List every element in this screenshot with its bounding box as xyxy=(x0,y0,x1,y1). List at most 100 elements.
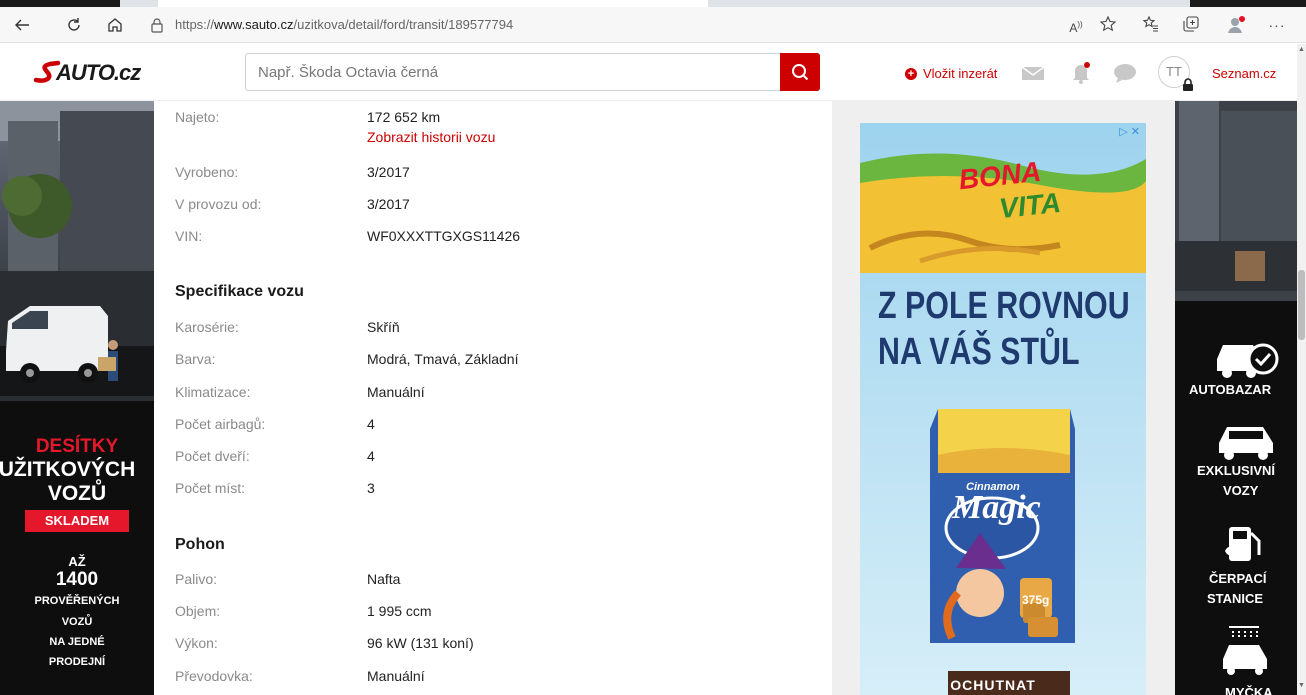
row-label: Převodovka: xyxy=(175,668,253,684)
envelope-icon xyxy=(1021,66,1045,80)
background-tab-left[interactable] xyxy=(0,0,120,7)
avatar-lock-icon xyxy=(1183,78,1193,91)
row-value: 3/2017 xyxy=(367,164,410,180)
left-banner-line8: NA JEDNÉ xyxy=(49,636,105,648)
refresh-button[interactable] xyxy=(62,13,86,37)
favorites-icon xyxy=(1142,15,1158,32)
row-value: 172 652 km xyxy=(367,109,441,125)
sauto-logo-mark: AUTO.cz xyxy=(33,60,142,85)
row-value: Nafta xyxy=(367,571,401,587)
row-value: 3 xyxy=(367,480,375,496)
row-label: Barva: xyxy=(175,351,216,367)
home-icon xyxy=(108,18,122,32)
section-title-pohon: Pohon xyxy=(175,536,225,553)
search-input[interactable] xyxy=(258,62,778,82)
ad-product-name: Magic xyxy=(952,489,1041,526)
search-icon xyxy=(792,64,809,81)
row-value: Manuální xyxy=(367,668,425,684)
right-banner-cerpaci[interactable]: ČERPACÍ xyxy=(1209,571,1267,586)
adchoices-icon: ▷ ✕ xyxy=(1119,126,1140,138)
vehicle-history-link[interactable]: Zobrazit historii vozu xyxy=(367,129,495,145)
row-value: 4 xyxy=(367,448,375,464)
left-banner-text: DESÍTKY UŽITKOVÝCH VOZŮ SKLADEM AŽ 1400 … xyxy=(0,436,154,672)
row-value: 3/2017 xyxy=(367,196,410,212)
avatar-initials: TT xyxy=(1166,64,1182,79)
page-scrollbar[interactable]: ▲ ▼ xyxy=(1297,44,1306,695)
active-tab[interactable] xyxy=(158,0,708,7)
left-banner-badge: SKLADEM xyxy=(25,510,129,532)
background-tab-right[interactable] xyxy=(1190,0,1306,7)
site-header: AUTO.cz + Vložit inzerát TT Seznam.cz xyxy=(0,44,1297,101)
scroll-up-arrow[interactable]: ▲ xyxy=(1298,46,1305,53)
left-skyscraper-ad[interactable]: DESÍTKY UŽITKOVÝCH VOZŮ SKLADEM AŽ 1400 … xyxy=(0,101,154,695)
right-banner-exklusivni[interactable]: EXKLUSIVNÍ xyxy=(1197,463,1275,478)
right-banner-autobazar[interactable]: AUTOBAZAR xyxy=(1189,382,1271,397)
left-banner-line5: 1400 xyxy=(55,569,99,590)
notifications-button[interactable] xyxy=(1068,60,1094,86)
add-favorite-button[interactable] xyxy=(1097,15,1119,35)
chat-bubble-icon xyxy=(1114,64,1136,83)
favorites-button[interactable] xyxy=(1140,15,1162,35)
bell-icon xyxy=(1073,62,1090,84)
right-banner-mycka[interactable]: MYČKA xyxy=(1225,685,1273,695)
url-path: /uzitkova/detail/ford/transit/189577794 xyxy=(293,17,514,32)
row-label: Palivo: xyxy=(175,571,218,587)
back-button[interactable] xyxy=(10,13,34,37)
row-label: Klimatizace: xyxy=(175,384,251,400)
left-banner-line3: VOZŮ xyxy=(47,482,107,505)
right-banner-stanice: STANICE xyxy=(1207,591,1264,606)
row-value: 1 995 ccm xyxy=(367,603,432,619)
url-text: https://www.sauto.cz/uzitkova/detail/for… xyxy=(175,17,513,32)
row-label: VIN: xyxy=(175,228,203,244)
post-ad-link[interactable]: + Vložit inzerát xyxy=(905,66,997,81)
search-button[interactable] xyxy=(780,53,820,91)
row-label: Počet dveří: xyxy=(175,448,250,464)
row-value: WF0XXXTTGXGS11426 xyxy=(367,228,521,244)
read-aloud-button[interactable]: A)) xyxy=(1065,15,1087,35)
url-host: www.sauto.cz xyxy=(214,17,294,32)
messages-button[interactable] xyxy=(1020,60,1046,86)
profile-button[interactable] xyxy=(1225,15,1247,35)
right-skyscraper-ad[interactable]: AUTOBAZAR EXKLUSIVNÍ VOZY ČERPACÍ STANIC… xyxy=(1175,101,1297,695)
row-label: Vyrobeno: xyxy=(175,164,239,180)
left-banner-line6: PROVĚŘENÝCH xyxy=(34,595,120,607)
row-label: Počet airbagů: xyxy=(175,416,266,432)
tab-strip xyxy=(0,0,1306,7)
collections-button[interactable] xyxy=(1180,15,1202,35)
collections-icon xyxy=(1183,16,1199,32)
ad-headline: Z POLE ROVNOU NA VÁŠ STŮL xyxy=(878,283,1130,375)
row-label: Počet míst: xyxy=(175,480,246,496)
left-banner-line2: UŽITKOVÝCH xyxy=(0,458,136,481)
seznam-link[interactable]: Seznam.cz xyxy=(1212,66,1276,81)
profile-icon xyxy=(1228,16,1245,33)
scroll-down-arrow[interactable]: ▼ xyxy=(1298,682,1305,689)
ad-brand-line2: VITA xyxy=(997,186,1063,225)
chat-button[interactable] xyxy=(1112,60,1138,86)
vehicle-detail-card: Najeto: 172 652 km Zobrazit historii voz… xyxy=(154,101,832,695)
ad-headline-line1: Z POLE ROVNOU xyxy=(878,285,1130,327)
lock-icon xyxy=(151,18,163,33)
settings-menu-button[interactable]: ··· xyxy=(1266,15,1288,35)
ad-cta-button[interactable]: OCHUTNAT xyxy=(948,671,1038,695)
url-prefix: https:// xyxy=(175,17,215,32)
more-dots-icon: ··· xyxy=(1268,17,1286,33)
row-label: Karosérie: xyxy=(175,319,239,335)
page-body: DESÍTKY UŽITKOVÝCH VOZŮ SKLADEM AŽ 1400 … xyxy=(0,101,1297,695)
refresh-icon xyxy=(68,18,80,31)
row-label: Objem: xyxy=(175,603,221,619)
home-button[interactable] xyxy=(103,13,127,37)
left-banner-line7: VOZŮ xyxy=(61,616,93,628)
scrollbar-thumb[interactable] xyxy=(1298,270,1305,340)
plus-circle-icon: + xyxy=(905,67,917,80)
star-add-icon xyxy=(1099,15,1117,32)
ad-cta-label: OCHUTNAT xyxy=(950,677,1036,693)
row-value: Skříň xyxy=(367,319,400,335)
row-value: 96 kW (131 koní) xyxy=(367,635,474,651)
ad-weight-badge: 375g xyxy=(1022,593,1050,607)
bona-vita-ad[interactable]: ▷ ✕ BONA VITA Z POLE ROVNOU NA VÁŠ STŮL … xyxy=(860,123,1146,695)
sauto-logo[interactable]: AUTO.cz xyxy=(32,58,162,95)
ad-brand-logo: BONA VITA xyxy=(930,156,1070,224)
ad-choices[interactable]: ▷ ✕ xyxy=(1119,125,1140,138)
address-bar[interactable]: https://www.sauto.cz/uzitkova/detail/for… xyxy=(140,11,1140,39)
row-value: 4 xyxy=(367,416,375,432)
